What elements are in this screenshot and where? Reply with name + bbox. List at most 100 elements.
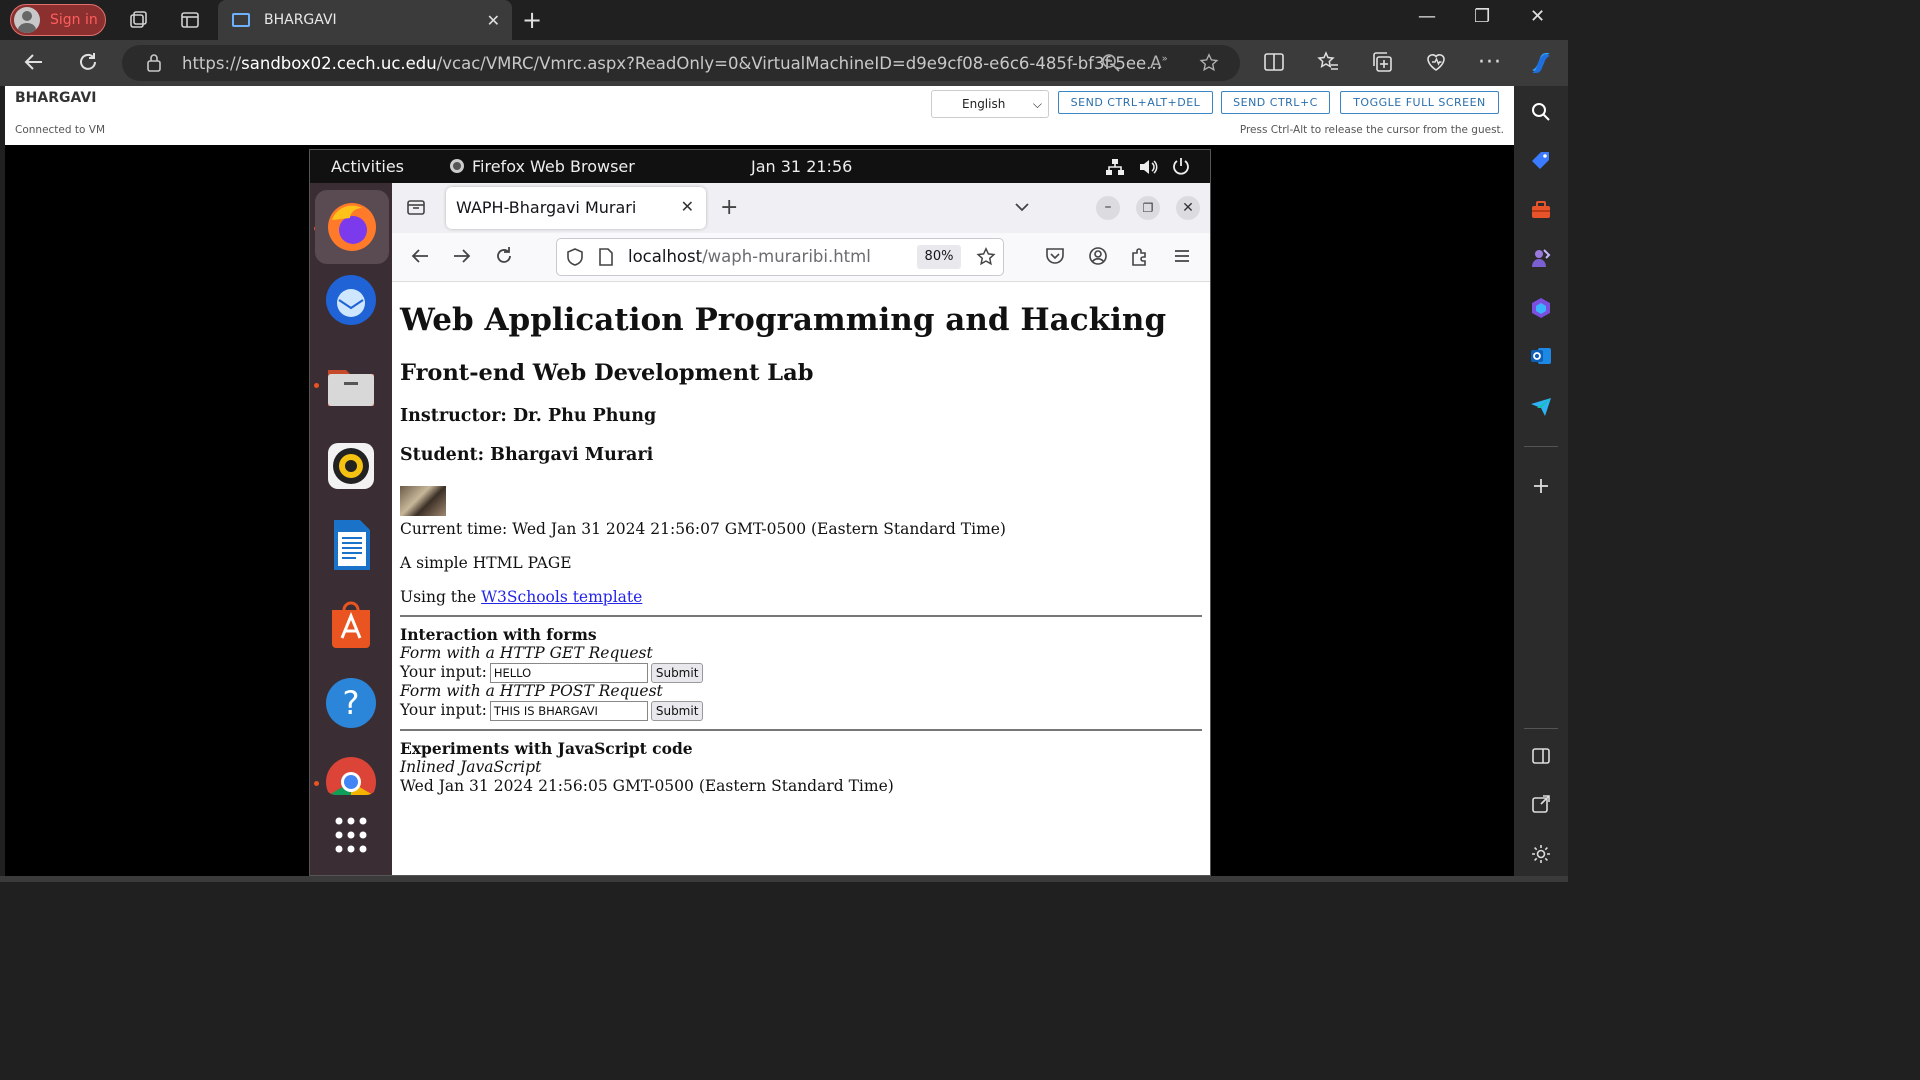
close-tab-icon[interactable]: ✕ <box>487 11 500 30</box>
tab-waph[interactable]: WAPH-Bhargavi Murari ✕ <box>446 187 706 229</box>
divider <box>400 615 1202 617</box>
forward-icon[interactable] <box>451 245 473 272</box>
list-all-tabs-icon[interactable] <box>1012 197 1032 222</box>
close-window-icon[interactable]: ✕ <box>1176 196 1200 220</box>
page-icon[interactable] <box>597 247 615 272</box>
shield-icon[interactable] <box>565 247 585 272</box>
read-aloud-icon[interactable]: A» <box>1150 52 1168 73</box>
send-ctrl-c-button[interactable]: SEND CTRL+C <box>1221 91 1330 114</box>
firefox-tab-title: WAPH-Bhargavi Murari <box>456 198 637 217</box>
power-icon[interactable] <box>1171 156 1191 180</box>
add-icon[interactable] <box>1529 474 1553 498</box>
tab-title: BHARGAVI <box>264 12 337 28</box>
running-indicator <box>314 383 319 388</box>
web-page: Web Application Programming and Hacking … <box>392 282 1210 875</box>
search-icon[interactable] <box>1529 100 1553 124</box>
drop-send-icon[interactable] <box>1529 394 1553 418</box>
close-tab-icon[interactable]: ✕ <box>681 197 694 216</box>
tab-actions-icon[interactable] <box>178 8 202 32</box>
dock-item-files[interactable] <box>324 358 378 412</box>
window-bottom-edge <box>0 876 1568 882</box>
activities-button[interactable]: Activities <box>331 157 404 176</box>
more-options-icon[interactable]: ··· <box>1478 50 1502 75</box>
send-ctrl-alt-del-button[interactable]: SEND CTRL+ALT+DEL <box>1058 91 1213 114</box>
release-cursor-hint: Press Ctrl-Alt to release the cursor fro… <box>1239 124 1504 136</box>
browser-essentials-icon[interactable] <box>1424 50 1448 80</box>
settings-gear-icon[interactable] <box>1529 842 1553 866</box>
favorite-star-icon[interactable] <box>1198 52 1220 79</box>
show-apps-grid-icon[interactable] <box>324 811 378 865</box>
language-select[interactable]: English ⌵ <box>931 90 1049 118</box>
vm-connection-status: Connected to VM <box>15 124 105 136</box>
restore-icon[interactable]: ❐ <box>1474 6 1490 27</box>
firefox-window: WAPH-Bhargavi Murari ✕ + – ❐ ✕ localhost… <box>392 183 1210 875</box>
tools-icon[interactable] <box>1529 198 1553 222</box>
js-date-output: Wed Jan 31 2024 21:56:05 GMT-0500 (Easte… <box>400 777 894 795</box>
post-input-field[interactable]: THIS IS BHARGAVI <box>489 701 648 721</box>
firefox-url-bar[interactable]: localhost/waph-muraribi.html 80% <box>556 238 1004 276</box>
workspaces-icon[interactable] <box>126 8 150 32</box>
dock-item-app-center[interactable] <box>324 596 378 650</box>
student-photo <box>400 486 446 516</box>
firefox-small-icon <box>448 157 466 179</box>
reload-icon[interactable] <box>493 245 515 272</box>
minimize-icon[interactable]: — <box>1418 6 1436 27</box>
account-icon[interactable] <box>1087 245 1109 272</box>
minimize-icon[interactable]: – <box>1096 196 1120 220</box>
ubuntu-dock: ? <box>310 183 392 875</box>
dock-item-firefox[interactable] <box>315 190 389 264</box>
close-window-icon[interactable]: ✕ <box>1530 6 1545 27</box>
browser-title-bar: Sign in BHARGAVI ✕ + — ❐ ✕ <box>0 0 1568 40</box>
pocket-icon[interactable] <box>1044 245 1066 272</box>
copilot-icon[interactable] <box>1526 48 1556 84</box>
back-icon[interactable] <box>409 245 431 272</box>
bookmark-star-icon[interactable] <box>975 246 997 273</box>
tab-bhargavi[interactable]: BHARGAVI ✕ <box>218 0 512 40</box>
volume-icon[interactable] <box>1138 157 1158 181</box>
restore-icon[interactable]: ❐ <box>1136 196 1160 220</box>
microsoft-365-icon[interactable] <box>1529 296 1553 320</box>
sidebar-divider <box>1524 728 1558 729</box>
new-tab-icon[interactable]: + <box>720 195 738 220</box>
dock-item-writer[interactable] <box>324 518 378 572</box>
refresh-icon[interactable] <box>76 50 100 80</box>
gnome-top-bar: Activities Firefox Web Browser Jan 31 21… <box>310 150 1210 183</box>
favorites-icon[interactable] <box>1316 50 1340 80</box>
svg-text:?: ? <box>343 684 360 722</box>
sign-in-label: Sign in <box>50 12 98 28</box>
get-form-label: Form with a HTTP GET Request <box>400 644 653 662</box>
toggle-full-screen-button[interactable]: TOGGLE FULL SCREEN <box>1340 91 1499 114</box>
get-input-field[interactable]: HELLO <box>489 663 648 683</box>
active-app-name[interactable]: Firefox Web Browser <box>472 157 635 176</box>
address-bar[interactable]: https://sandbox02.cech.uc.edu/vcac/VMRC/… <box>122 45 1240 81</box>
w3schools-link[interactable]: W3Schools template <box>481 588 642 606</box>
guest-desktop[interactable]: Activities Firefox Web Browser Jan 31 21… <box>309 149 1211 876</box>
shopping-tag-icon[interactable] <box>1529 148 1553 172</box>
network-icon[interactable] <box>1105 157 1125 181</box>
collections-icon[interactable] <box>1370 50 1394 80</box>
zoom-reset-button[interactable]: 80% <box>917 245 961 269</box>
new-tab-icon[interactable]: + <box>522 6 542 34</box>
zoom-out-icon[interactable] <box>1100 52 1122 79</box>
dock-item-chrome[interactable] <box>324 755 378 795</box>
split-screen-icon[interactable] <box>1262 50 1286 80</box>
clock[interactable]: Jan 31 21:56 <box>751 157 852 176</box>
external-link-icon[interactable] <box>1529 792 1553 816</box>
extensions-icon[interactable] <box>1129 245 1151 272</box>
hide-sidebar-icon[interactable] <box>1529 744 1553 768</box>
lock-icon[interactable] <box>144 52 164 79</box>
post-submit-button[interactable]: Submit <box>650 701 704 721</box>
get-submit-button[interactable]: Submit <box>650 663 704 683</box>
games-icon[interactable] <box>1529 246 1553 270</box>
menu-hamburger-icon[interactable] <box>1171 245 1193 272</box>
student-heading: Student: Bhargavi Murari <box>400 445 654 465</box>
back-icon[interactable] <box>22 50 46 80</box>
firefox-view-icon[interactable] <box>406 197 426 222</box>
language-value: English <box>962 97 1006 111</box>
dock-item-rhythmbox[interactable] <box>324 439 378 493</box>
dock-item-help[interactable]: ? <box>324 676 378 730</box>
dock-item-thunderbird[interactable] <box>324 273 378 327</box>
outlook-icon[interactable] <box>1529 344 1553 368</box>
profile-sign-in-button[interactable]: Sign in <box>10 4 106 36</box>
chevron-down-icon: ⌵ <box>1032 97 1042 111</box>
